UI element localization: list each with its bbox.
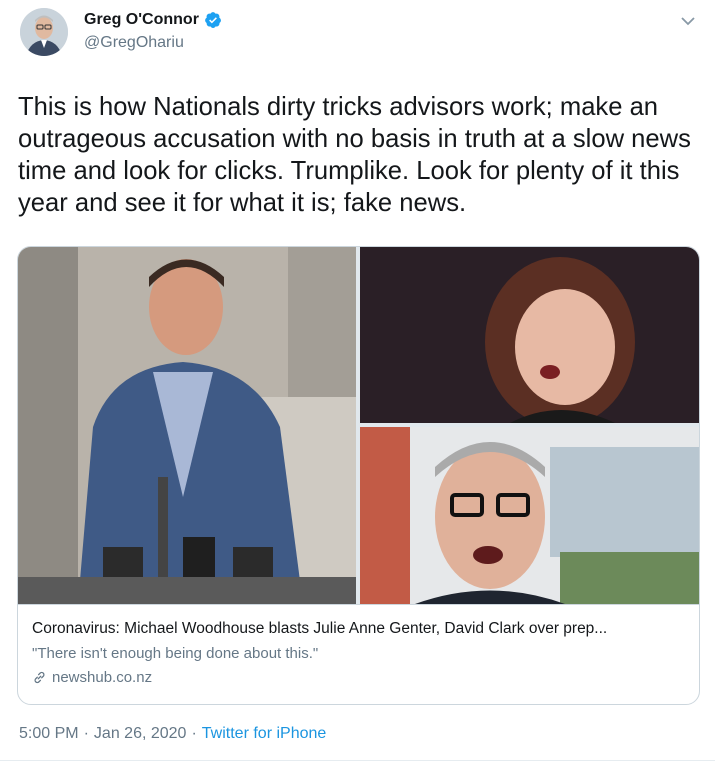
card-domain-row: newshub.co.nz bbox=[32, 669, 152, 686]
divider bbox=[0, 760, 715, 761]
link-icon bbox=[34, 671, 45, 684]
verified-badge-icon bbox=[205, 12, 221, 28]
card-media[interactable] bbox=[18, 247, 699, 604]
tweet-text: This is how Nationals dirty tricks advis… bbox=[18, 93, 691, 217]
card-domain: newshub.co.nz bbox=[52, 669, 153, 686]
author-handle[interactable]: @GregOhariu bbox=[84, 34, 184, 52]
card-image-bottom-right bbox=[360, 427, 699, 604]
card-image-top-right bbox=[360, 247, 699, 423]
author-avatar[interactable] bbox=[20, 8, 68, 56]
card-image-left bbox=[18, 247, 356, 604]
more-options-button[interactable] bbox=[677, 10, 699, 32]
meta-separator: · bbox=[191, 725, 197, 742]
tweet-source-link[interactable]: Twitter for iPhone bbox=[202, 725, 327, 743]
meta-separator: · bbox=[83, 725, 89, 742]
author-name[interactable]: Greg O'Connor bbox=[84, 11, 199, 29]
tweet-time[interactable]: 5:00 PM bbox=[19, 725, 79, 743]
link-preview-card[interactable]: Coronavirus: Michael Woodhouse blasts Ju… bbox=[17, 246, 700, 705]
tweet-meta: 5:00 PM · Jan 26, 2020 · Twitter for iPh… bbox=[19, 725, 326, 743]
chevron-down-icon bbox=[681, 16, 695, 25]
card-title[interactable]: Coronavirus: Michael Woodhouse blasts Ju… bbox=[32, 620, 607, 638]
card-description: "There isn't enough being done about thi… bbox=[32, 645, 319, 662]
card-info[interactable]: Coronavirus: Michael Woodhouse blasts Ju… bbox=[18, 604, 699, 704]
author-name-row[interactable]: Greg O'Connor bbox=[84, 11, 222, 29]
avatar-photo bbox=[20, 8, 68, 56]
tweet-date[interactable]: Jan 26, 2020 bbox=[94, 725, 187, 743]
